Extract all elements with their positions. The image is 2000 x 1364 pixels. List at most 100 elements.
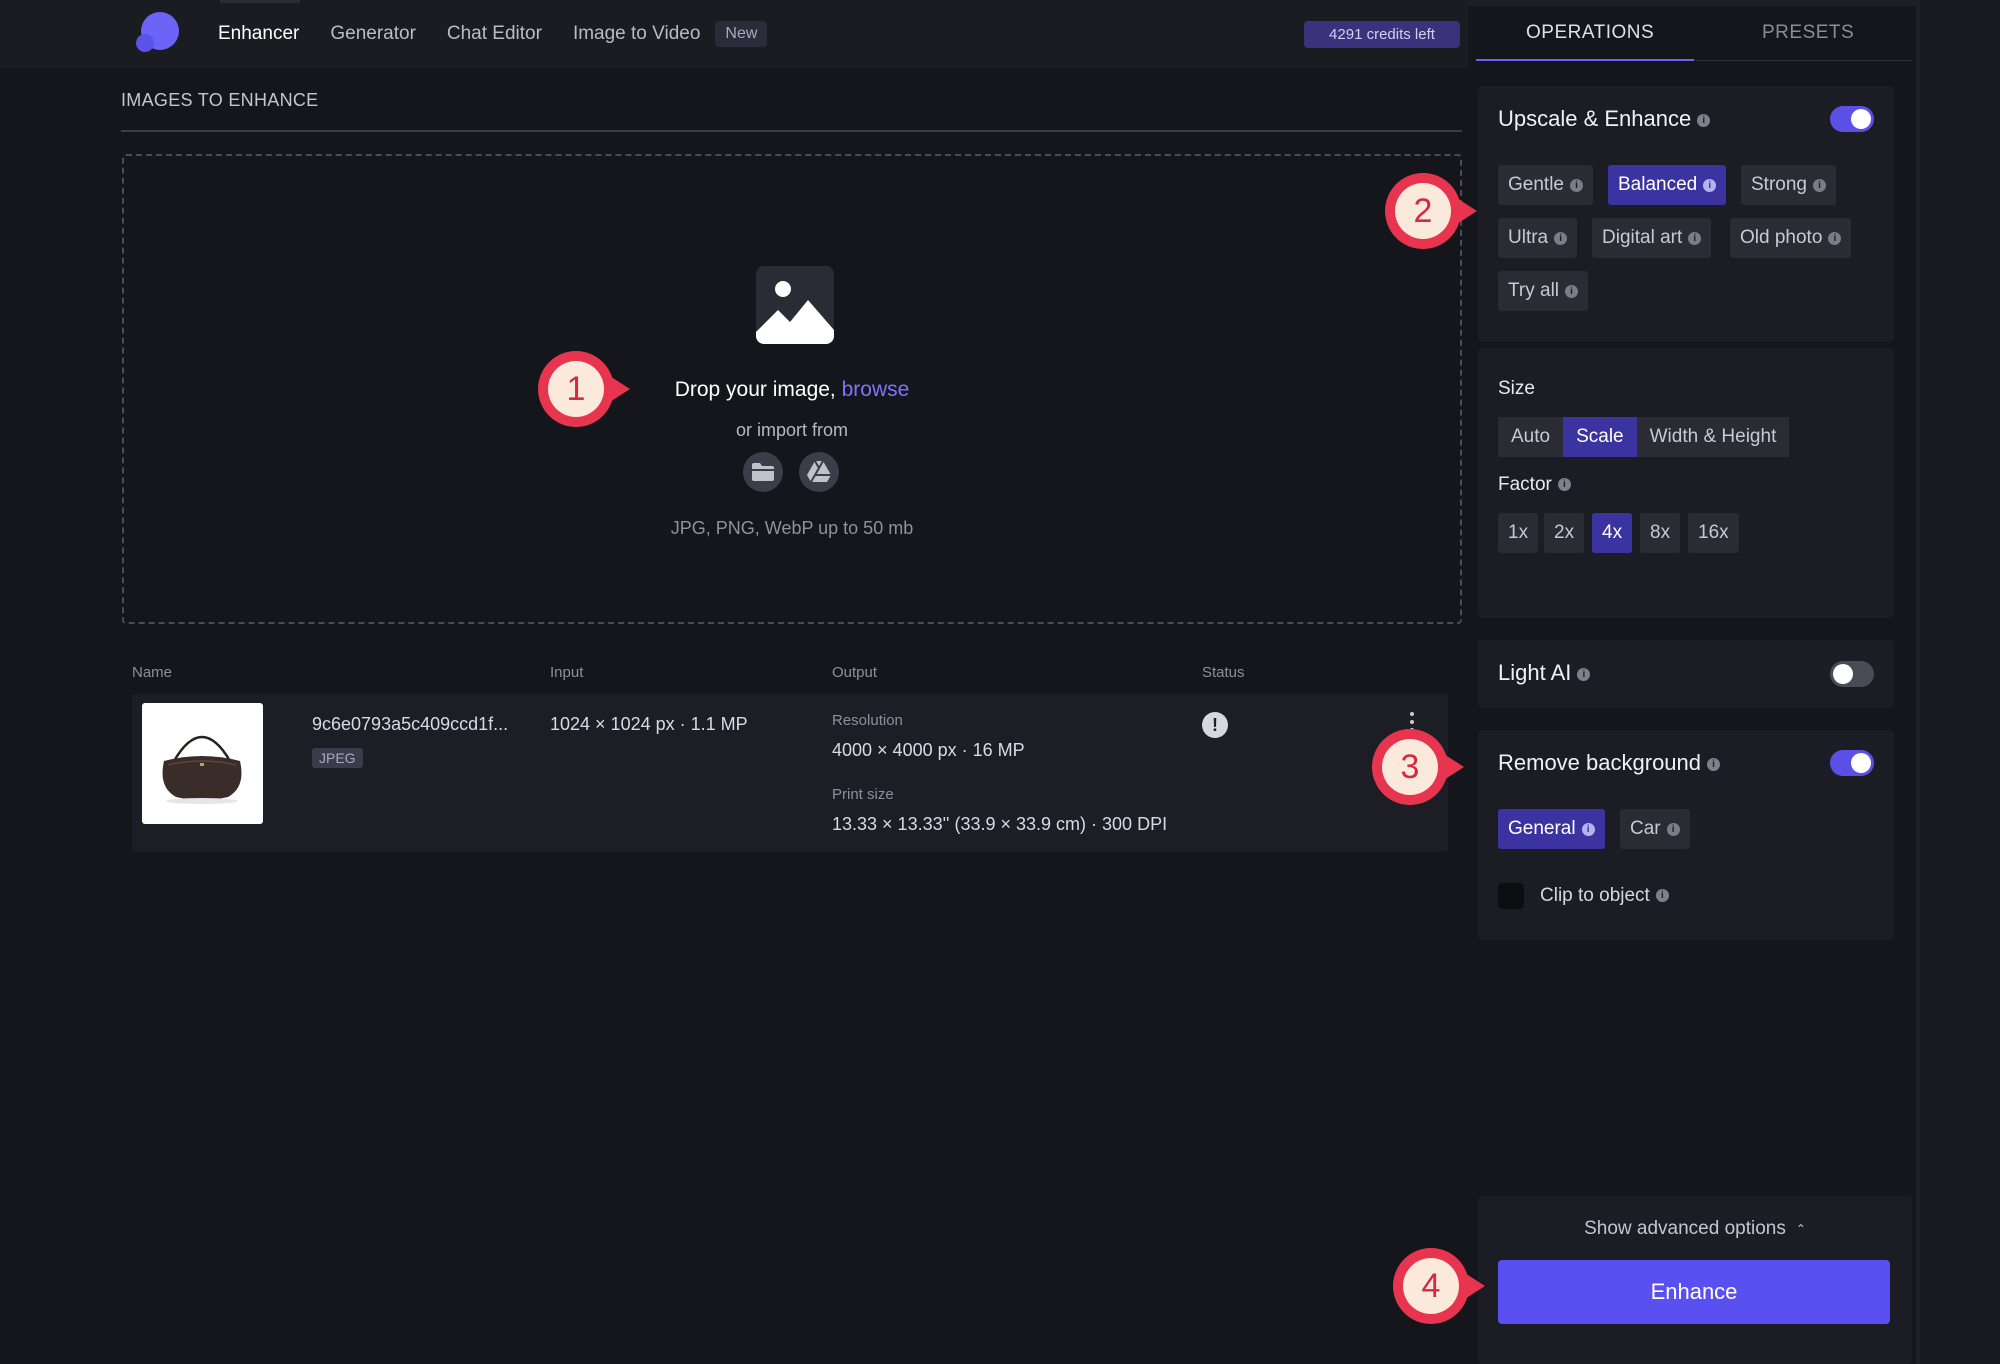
- info-icon[interactable]: i: [1557, 478, 1571, 492]
- nav-enhancer[interactable]: Enhancer: [218, 23, 299, 45]
- mode-label: General: [1508, 818, 1576, 839]
- factor-8x[interactable]: 8x: [1640, 513, 1681, 553]
- info-icon[interactable]: i: [1581, 822, 1595, 836]
- mode-try-all[interactable]: Try all i: [1498, 271, 1589, 311]
- nav-chat-editor[interactable]: Chat Editor: [447, 23, 542, 45]
- remove-background-card: Remove background i General i Car i Clip to…: [1478, 730, 1894, 940]
- size-auto[interactable]: Auto: [1498, 417, 1564, 457]
- enhance-button[interactable]: Enhance: [1498, 1260, 1890, 1324]
- new-badge: New: [715, 21, 768, 47]
- google-drive-icon[interactable]: [799, 452, 839, 492]
- callout-marker-1: 1: [538, 351, 630, 427]
- size-selector: Auto Scale Width & Height: [1498, 417, 1790, 457]
- info-icon[interactable]: i: [1703, 178, 1717, 192]
- file-name: 9c6e0793a5c409ccd1f...: [312, 714, 509, 734]
- factor-label: Factor i: [1498, 474, 1571, 496]
- info-icon[interactable]: i: [1688, 231, 1702, 245]
- factor-1x[interactable]: 1x: [1498, 513, 1539, 553]
- size-label: Size: [1498, 378, 1535, 399]
- drop-instructions: Drop your image, browse: [124, 378, 1460, 402]
- nav-generator[interactable]: Generator: [330, 23, 416, 45]
- table-row[interactable]: 9c6e0793a5c409ccd1f... JPEG 1024 × 1024 …: [132, 694, 1448, 852]
- upscale-enhance-title: Upscale & Enhance i: [1498, 106, 1711, 132]
- nav-image-to-video[interactable]: Image to Video: [573, 23, 700, 45]
- panel-tabs: OPERATIONS PRESETS: [1476, 22, 1912, 62]
- section-divider: [121, 130, 1462, 132]
- show-advanced-options[interactable]: Show advanced options ⌃: [1478, 1218, 1912, 1240]
- credits-badge[interactable]: 4291 credits left: [1304, 21, 1460, 48]
- chevron-up-icon: ⌃: [1795, 1221, 1806, 1236]
- input-resolution: 1024 × 1024 px · 1.1 MP: [550, 714, 748, 734]
- upscale-enhance-card: Upscale & Enhance i Gentle i Balanced i Str…: [1478, 86, 1894, 342]
- factor-16x[interactable]: 16x: [1688, 513, 1739, 553]
- callout-number: 3: [1382, 739, 1438, 795]
- active-tab-indicator: [1476, 59, 1694, 61]
- info-icon[interactable]: i: [1666, 822, 1680, 836]
- mode-ultra[interactable]: Ultra i: [1498, 218, 1578, 258]
- print-size: 13.33 × 13.33'' (33.9 × 33.9 cm) · 300 D…: [832, 814, 1168, 834]
- mode-label: Balanced: [1618, 174, 1698, 195]
- mode-strong[interactable]: Strong i: [1741, 165, 1836, 205]
- right-edge-gutter: [1916, 0, 2000, 1364]
- mode-gentle[interactable]: Gentle i: [1498, 165, 1593, 205]
- light-ai-toggle[interactable]: [1830, 661, 1874, 687]
- section-title: IMAGES TO ENHANCE: [121, 90, 319, 110]
- clip-to-object-checkbox[interactable]: [1498, 883, 1524, 909]
- upscale-title-text: Upscale & Enhance: [1498, 106, 1692, 131]
- advanced-label: Show advanced options: [1584, 1218, 1786, 1239]
- main-nav: Enhancer Generator Chat Editor Image to …: [218, 0, 768, 68]
- size-card: Size Auto Scale Width & Height Factor i 1…: [1478, 348, 1894, 618]
- mode-balanced[interactable]: Balanced i: [1608, 165, 1727, 205]
- import-text: or import from: [735, 420, 849, 440]
- remove-background-toggle[interactable]: [1830, 750, 1874, 776]
- info-icon[interactable]: i: [1655, 889, 1669, 903]
- size-scale[interactable]: Scale: [1563, 417, 1637, 457]
- alert-icon[interactable]: !: [1202, 712, 1228, 738]
- upscale-toggle[interactable]: [1830, 106, 1874, 132]
- info-icon[interactable]: i: [1812, 178, 1826, 192]
- light-ai-card: Light AI i: [1478, 640, 1894, 708]
- mode-label: Digital art: [1602, 227, 1683, 248]
- import-sources: [743, 452, 839, 492]
- info-icon[interactable]: i: [1577, 667, 1591, 681]
- mode-label: Old photo: [1740, 227, 1823, 248]
- tab-presets[interactable]: PRESETS: [1762, 22, 1854, 44]
- top-navigation-bar: Enhancer Generator Chat Editor Image to …: [0, 0, 1468, 68]
- info-icon[interactable]: i: [1554, 231, 1568, 245]
- image-dropzone[interactable]: Drop your image, browse or import from J…: [122, 154, 1462, 624]
- app-logo-icon[interactable]: [136, 12, 180, 54]
- mode-digital-art[interactable]: Digital art i: [1592, 218, 1712, 258]
- bg-mode-car[interactable]: Car i: [1620, 809, 1690, 849]
- size-width-height[interactable]: Width & Height: [1636, 417, 1790, 457]
- factor-2x[interactable]: 2x: [1544, 513, 1585, 553]
- callout-number: 2: [1395, 183, 1451, 239]
- mode-old-photo[interactable]: Old photo i: [1730, 218, 1852, 258]
- mode-label: Strong: [1751, 174, 1807, 195]
- factor-4x[interactable]: 4x: [1592, 513, 1633, 553]
- folder-icon[interactable]: [743, 452, 783, 492]
- callout-marker-2: 2: [1385, 173, 1477, 249]
- drop-text: Drop your image,: [674, 378, 836, 401]
- info-icon[interactable]: i: [1569, 178, 1583, 192]
- output-resolution: 4000 × 4000 px · 16 MP: [832, 740, 1025, 760]
- callout-number: 4: [1403, 1258, 1459, 1314]
- column-header-name: Name: [132, 664, 173, 681]
- info-icon[interactable]: i: [1707, 757, 1721, 771]
- factor-label-text: Factor: [1498, 474, 1552, 495]
- info-icon[interactable]: i: [1565, 284, 1579, 298]
- mode-label: Try all: [1508, 280, 1560, 301]
- file-type-badge: JPEG: [312, 748, 363, 768]
- browse-link[interactable]: browse: [842, 378, 910, 401]
- column-header-output: Output: [832, 664, 878, 681]
- tab-operations[interactable]: OPERATIONS: [1526, 22, 1654, 44]
- clip-to-object-label: Clip to object i: [1540, 885, 1669, 907]
- action-card: Show advanced options ⌃ Enhance: [1478, 1196, 1912, 1364]
- info-icon[interactable]: i: [1828, 231, 1842, 245]
- clip-label-text: Clip to object: [1540, 885, 1650, 906]
- info-icon[interactable]: i: [1697, 113, 1711, 127]
- output-resolution-label: Resolution: [832, 712, 903, 729]
- bg-mode-general[interactable]: General i: [1498, 809, 1605, 849]
- mode-label: Car: [1630, 818, 1661, 839]
- callout-marker-3: 3: [1372, 729, 1464, 805]
- mode-label: Ultra: [1508, 227, 1549, 248]
